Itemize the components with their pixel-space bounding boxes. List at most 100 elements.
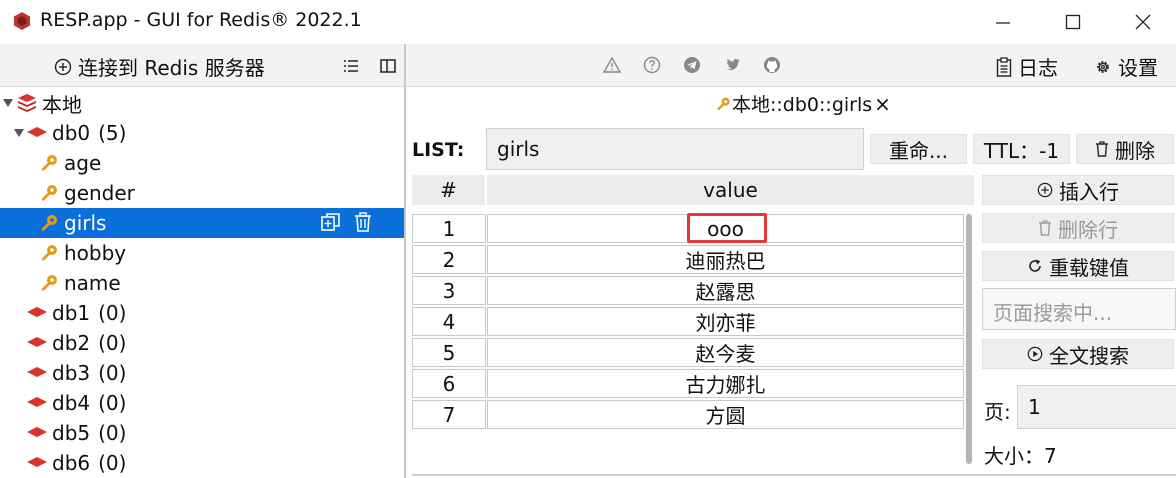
log-button[interactable]: 日志 <box>996 52 1058 81</box>
tree-key-girls[interactable]: girls <box>0 208 404 238</box>
github-icon[interactable] <box>763 56 781 74</box>
play-circle-icon <box>1027 346 1043 362</box>
panel-icon[interactable] <box>378 56 398 76</box>
telegram-icon[interactable] <box>683 56 701 74</box>
tree-db3[interactable]: db3 (0) <box>0 358 404 388</box>
table-row-value[interactable]: 古力娜扎 <box>487 369 964 398</box>
tree-db0[interactable]: db0 (5) <box>0 118 404 148</box>
trash-icon <box>1039 220 1051 236</box>
delete-key-button[interactable]: 删除 <box>1076 134 1174 164</box>
table-row-value[interactable]: 赵露思 <box>487 276 964 305</box>
table-row-index[interactable]: 5 <box>412 338 486 367</box>
table-row-index[interactable]: 3 <box>412 276 486 305</box>
insert-row-button[interactable]: 插入行 <box>982 175 1174 205</box>
tree-db2[interactable]: db2 (0) <box>0 328 404 358</box>
table-row-index[interactable]: 1 <box>412 214 486 243</box>
db0-name: db0 <box>52 121 91 145</box>
table-row-index[interactable]: 6 <box>412 369 486 398</box>
table-scrollbar[interactable] <box>966 214 972 464</box>
database-icon <box>27 337 47 347</box>
tree-key-age[interactable]: age <box>0 148 404 178</box>
tree-db6[interactable]: db6 (0) <box>0 448 404 478</box>
plus-circle-icon <box>1037 182 1053 198</box>
table-row-value[interactable]: 赵今麦 <box>487 338 964 367</box>
key-type-label: LIST: <box>412 139 465 161</box>
trash-icon[interactable] <box>352 211 374 233</box>
connect-redis-button[interactable]: 连接到 Redis 服务器 <box>54 52 265 81</box>
tab-label: 本地::db0::girls <box>732 94 873 116</box>
column-header-index[interactable]: # <box>412 175 485 205</box>
database-icon <box>27 367 47 377</box>
database-icon <box>27 397 47 407</box>
maximize-icon <box>1065 14 1081 30</box>
server-name: 本地 <box>42 92 82 117</box>
page-label: 页: <box>984 400 1011 424</box>
tree-db4[interactable]: db4 (0) <box>0 388 404 418</box>
left-toolbar: 连接到 Redis 服务器 <box>0 44 404 87</box>
tree-key-name[interactable]: name <box>0 268 404 298</box>
tree-key-hobby[interactable]: hobby <box>0 238 404 268</box>
minimize-icon <box>996 22 1010 24</box>
database-icon <box>27 457 47 467</box>
table-row-value[interactable]: 迪丽热巴 <box>487 245 964 274</box>
table-row-value[interactable]: 方圆 <box>487 400 964 429</box>
db-name: db4 <box>52 391 91 415</box>
minimize-button[interactable] <box>976 4 1030 40</box>
warning-icon[interactable] <box>603 56 621 74</box>
key-icon <box>42 155 57 171</box>
insert-row-label: 插入行 <box>1059 179 1119 204</box>
copy-icon[interactable] <box>320 211 342 233</box>
gear-icon <box>1097 60 1109 73</box>
maximize-button[interactable] <box>1046 4 1100 40</box>
database-icon <box>27 427 47 437</box>
key-row-actions <box>320 211 374 233</box>
table-row-index[interactable]: 4 <box>412 307 486 336</box>
title-bar: RESP.app - GUI for Redis® 2022.1 <box>0 0 1176 44</box>
key-icon <box>42 275 57 291</box>
page-number-input[interactable]: 1 <box>1017 385 1176 429</box>
rename-button[interactable]: 重命... <box>870 134 967 164</box>
db0-count: (5) <box>98 121 127 145</box>
key-icon <box>42 245 57 261</box>
reload-button[interactable]: 重载键值 <box>982 251 1174 281</box>
reload-icon <box>1029 259 1041 272</box>
page-search-input[interactable]: 页面搜索中... <box>982 288 1176 330</box>
size-label: 大小：7 <box>984 444 1057 468</box>
reload-label: 重载键值 <box>1049 255 1129 280</box>
table-row-index[interactable]: 2 <box>412 245 486 274</box>
delete-row-label: 删除行 <box>1058 217 1118 242</box>
list-icon[interactable] <box>341 56 361 76</box>
tree-db5[interactable]: db5 (0) <box>0 418 404 448</box>
clipboard-icon <box>996 56 1012 77</box>
key-label: age <box>64 151 102 175</box>
tree-db1[interactable]: db1 (0) <box>0 298 404 328</box>
tab-key-girls[interactable]: 本地::db0::girls × <box>716 90 891 117</box>
connections-panel: 连接到 Redis 服务器 本地 db0 (5) age gender girl… <box>0 44 404 478</box>
db-count: (0) <box>98 451 127 475</box>
database-icon <box>27 127 47 137</box>
delete-key-label: 删除 <box>1115 138 1155 163</box>
tree-server-local[interactable]: 本地 <box>0 88 404 118</box>
table-row-index[interactable]: 7 <box>412 400 486 429</box>
key-icon <box>42 215 57 231</box>
key-view-panel: 日志 设置 本地::db0::girls × LIST: girls 重命...… <box>406 44 1176 478</box>
close-button[interactable] <box>1116 4 1170 40</box>
db-name: db3 <box>52 361 91 385</box>
settings-button[interactable]: 设置 <box>1094 52 1158 81</box>
db-name: db6 <box>52 451 91 475</box>
key-label: hobby <box>64 241 127 265</box>
delete-row-button[interactable]: 删除行 <box>982 213 1174 243</box>
column-header-value[interactable]: value <box>487 175 974 205</box>
key-name-field[interactable]: girls <box>486 128 864 170</box>
expand-arrow-icon <box>3 99 13 107</box>
tab-close-icon[interactable]: × <box>874 92 891 116</box>
db-name: db1 <box>52 301 91 325</box>
fulltext-search-button[interactable]: 全文搜索 <box>982 339 1174 369</box>
ttl-button[interactable]: TTL：-1 <box>973 134 1070 164</box>
plus-circle-icon <box>54 58 72 75</box>
tree-key-gender[interactable]: gender <box>0 178 404 208</box>
help-icon[interactable] <box>643 56 661 74</box>
database-icon <box>27 307 47 317</box>
table-row-value[interactable]: 刘亦菲 <box>487 307 964 336</box>
twitter-icon[interactable] <box>723 56 741 74</box>
